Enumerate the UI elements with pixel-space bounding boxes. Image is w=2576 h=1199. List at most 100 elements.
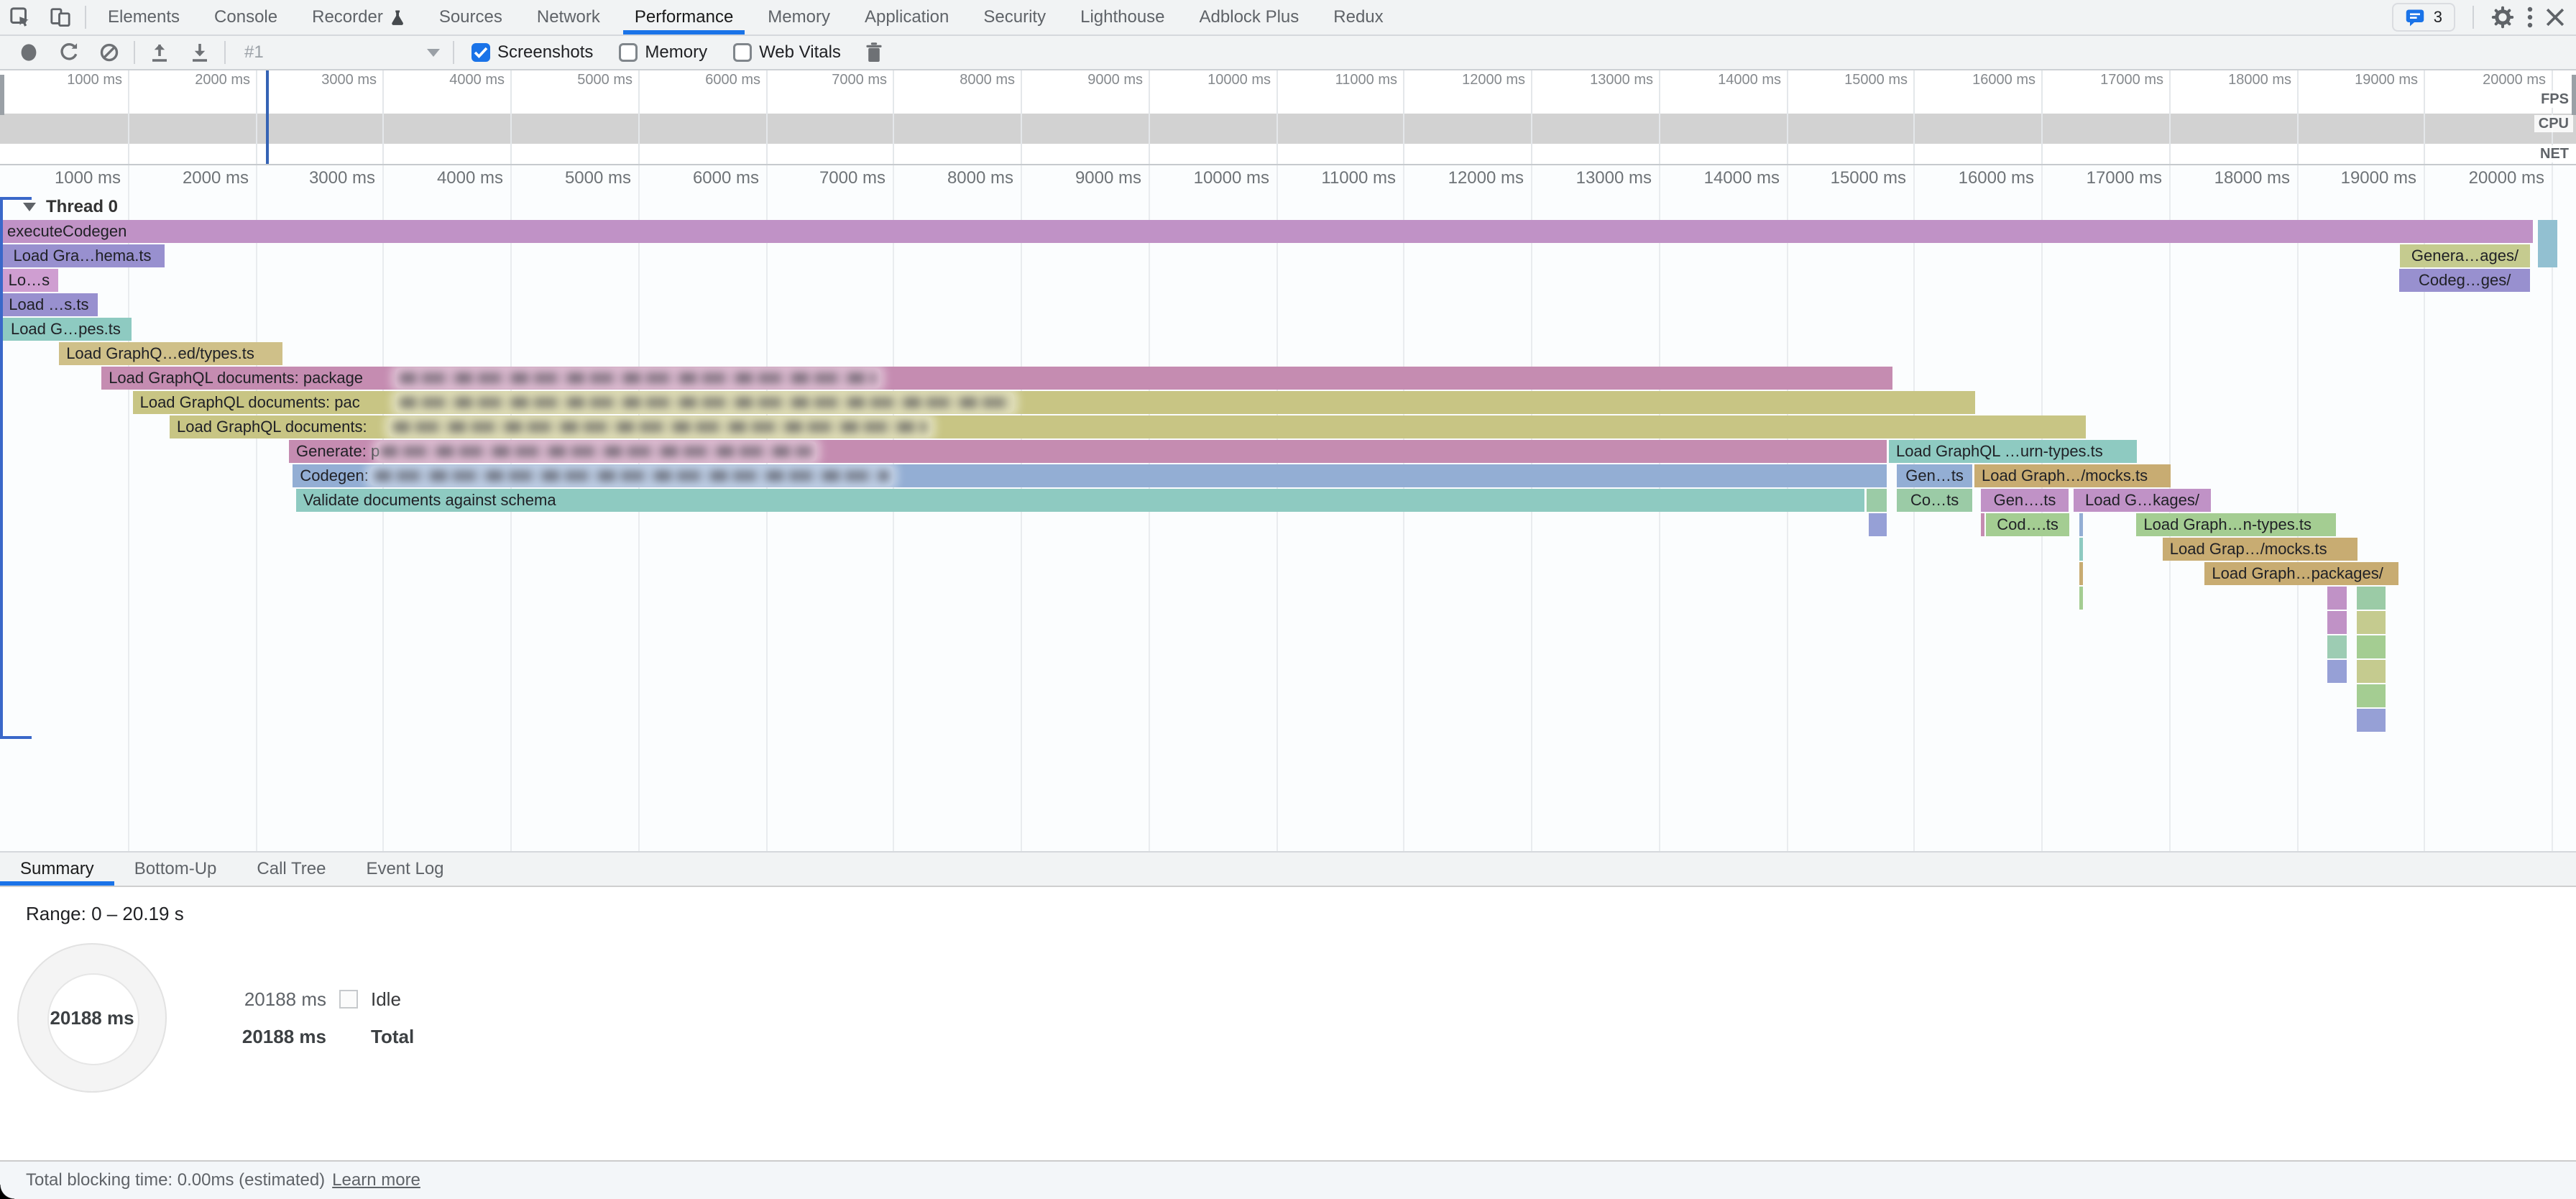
tab-redux[interactable]: Redux	[1316, 0, 1400, 35]
record-button[interactable]	[9, 37, 49, 68]
thread-header[interactable]: Thread 0	[23, 197, 118, 217]
flame-bar-genera-ages-[interactable]: Genera…ages/	[2400, 244, 2530, 267]
overview-tick-label: 15000 ms	[1787, 72, 1908, 88]
flame-row: Codegen: Gen…tsLoad Graph…/mocks.ts	[0, 464, 2576, 487]
profile-select[interactable]: #1	[230, 38, 448, 67]
flame-row	[0, 635, 2576, 658]
tab-console[interactable]: Console	[197, 0, 295, 35]
flame-bar-codeg-ges-[interactable]: Codeg…ges/	[2399, 269, 2530, 292]
garbage-collect-icon[interactable]	[854, 37, 894, 68]
flame-bar-load-graphql-documents-[interactable]: Load GraphQL documents:	[170, 415, 2086, 438]
flame-bar-load-g-pes-ts[interactable]: Load G…pes.ts	[0, 318, 132, 341]
flame-row	[0, 587, 2576, 610]
flame-row	[0, 709, 2576, 732]
close-icon[interactable]	[2546, 8, 2564, 27]
flame-bar[interactable]	[1981, 513, 1984, 536]
flame-bar[interactable]	[2327, 611, 2347, 634]
flame-bar[interactable]	[2327, 660, 2347, 683]
flame-bar-co-ts[interactable]: Co…ts	[1897, 489, 1973, 512]
flame-bar[interactable]	[2327, 587, 2347, 610]
details-tab-call-tree[interactable]: Call Tree	[236, 853, 346, 886]
ruler-tick-label: 19000 ms	[2284, 168, 2416, 188]
flame-bar-load-graphql-documents-pac[interactable]: Load GraphQL documents: pac	[133, 391, 1975, 414]
save-profile-icon[interactable]	[180, 37, 220, 68]
unchecked-checkbox-icon[interactable]	[733, 43, 752, 62]
reload-and-record-button[interactable]	[49, 37, 89, 68]
checkbox-memory[interactable]: Memory	[619, 42, 707, 63]
overview-right-handle[interactable]	[2572, 75, 2576, 115]
overview-left-handle[interactable]	[0, 75, 4, 115]
flame-bar-validate-documents-against-schema[interactable]: Validate documents against schema	[296, 489, 1865, 512]
flame-bar-generate-p[interactable]: Generate: p	[289, 440, 1887, 463]
flame-bar-gen-ts[interactable]: Gen….ts	[1981, 489, 2069, 512]
flame-bar[interactable]	[2357, 635, 2386, 658]
flame-bar-label: Load GraphQL …urn-types.ts	[1889, 442, 2103, 460]
flame-bar[interactable]	[2327, 635, 2347, 658]
overview-tick-label: 3000 ms	[256, 72, 377, 88]
load-profile-icon[interactable]	[139, 37, 180, 68]
learn-more-link[interactable]: Learn more	[332, 1170, 420, 1190]
checkbox-web-vitals[interactable]: Web Vitals	[733, 42, 841, 63]
flame-row: Lo…s Codeg…ges/	[0, 269, 2576, 292]
flame-bar-executecodegen[interactable]: executeCodegen	[0, 220, 2533, 243]
flame-bar[interactable]	[2357, 709, 2386, 732]
tab-label: Security	[983, 7, 1046, 27]
tab-memory[interactable]: Memory	[750, 0, 847, 35]
flame-bar-lo-s[interactable]: Lo…s	[0, 269, 58, 292]
clear-button[interactable]	[89, 37, 129, 68]
flame-bar[interactable]	[2357, 587, 2386, 610]
flame-bar[interactable]	[2357, 684, 2386, 707]
details-tabbar: SummaryBottom-UpCall TreeEvent Log	[0, 851, 2576, 887]
flame-bar-cod-ts[interactable]: Cod….ts	[1986, 513, 2069, 536]
legend-row-idle: 20188 msIdle	[237, 980, 414, 1018]
flame-bar-load-grap-mocks-ts[interactable]: Load Grap…/mocks.ts	[2163, 538, 2358, 561]
flame-bar-load-graphql-documents-package[interactable]: Load GraphQL documents: package	[101, 367, 1892, 390]
flame-bar[interactable]	[2538, 220, 2558, 267]
details-tab-bottom-up[interactable]: Bottom-Up	[114, 853, 237, 886]
details-tab-summary[interactable]: Summary	[0, 853, 114, 886]
flame-bar-load-graphq-ed-types-ts[interactable]: Load GraphQ…ed/types.ts	[59, 342, 282, 365]
flame-bar[interactable]	[2079, 513, 2082, 536]
more-options-icon[interactable]	[2527, 6, 2533, 29]
issues-button[interactable]: 3	[2392, 3, 2455, 32]
flame-bar[interactable]	[2357, 660, 2386, 683]
inspect-element-icon[interactable]	[0, 0, 40, 35]
flame-bar-label: Load Grap…/mocks.ts	[2163, 540, 2327, 558]
tab-performance[interactable]: Performance	[617, 0, 750, 35]
flame-bar-gen-ts[interactable]: Gen…ts	[1897, 464, 1973, 487]
checked-checkbox-icon[interactable]	[472, 43, 490, 62]
unchecked-checkbox-icon[interactable]	[619, 43, 638, 62]
tab-adblock-plus[interactable]: Adblock Plus	[1182, 0, 1317, 35]
flame-bar[interactable]	[1869, 513, 1887, 536]
flame-chart[interactable]: 1000 ms2000 ms3000 ms4000 ms5000 ms6000 …	[0, 165, 2576, 851]
checkbox-screenshots[interactable]: Screenshots	[472, 42, 593, 63]
tab-application[interactable]: Application	[847, 0, 966, 35]
tab-elements[interactable]: Elements	[91, 0, 197, 35]
flame-bar-codegen-[interactable]: Codegen:	[293, 464, 1887, 487]
flame-bar[interactable]	[1867, 489, 1887, 512]
details-tab-event-log[interactable]: Event Log	[346, 853, 464, 886]
redacted-blur	[395, 368, 880, 388]
flame-bar[interactable]	[2079, 587, 2082, 610]
flame-bar-load-graphql-urn-types-ts[interactable]: Load GraphQL …urn-types.ts	[1889, 440, 2137, 463]
tab-lighthouse[interactable]: Lighthouse	[1063, 0, 1182, 35]
flame-bar-load-graph-n-types-ts[interactable]: Load Graph…n-types.ts	[2136, 513, 2336, 536]
settings-gear-icon[interactable]	[2491, 6, 2514, 29]
overview-tick-label: 11000 ms	[1276, 72, 1397, 88]
flame-bar[interactable]	[2357, 611, 2386, 634]
tab-sources[interactable]: Sources	[422, 0, 520, 35]
flame-bar-load-gra-hema-ts[interactable]: Load Gra…hema.ts	[0, 244, 165, 267]
flame-bar-load-graph-packages-[interactable]: Load Graph…packages/	[2204, 562, 2398, 585]
flame-bar[interactable]	[2079, 538, 2082, 561]
timeline-overview[interactable]: 1000 ms2000 ms3000 ms4000 ms5000 ms6000 …	[0, 70, 2576, 165]
flame-bar-label: Load Graph…/mocks.ts	[1974, 467, 2148, 484]
flame-bar-load-g-kages-[interactable]: Load G…kages/	[2074, 489, 2212, 512]
device-toolbar-icon[interactable]	[40, 0, 80, 35]
tab-security[interactable]: Security	[966, 0, 1063, 35]
tab-recorder[interactable]: Recorder	[295, 0, 422, 35]
flame-bar[interactable]	[2079, 562, 2082, 585]
ruler-tick-label: 13000 ms	[1519, 168, 1652, 188]
tab-network[interactable]: Network	[520, 0, 617, 35]
flame-bar-load-graph-mocks-ts[interactable]: Load Graph…/mocks.ts	[1974, 464, 2171, 487]
flame-bar-load-s-ts[interactable]: Load …s.ts	[0, 293, 98, 316]
